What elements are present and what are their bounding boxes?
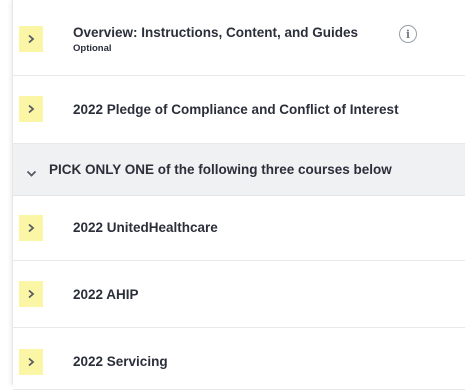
chevron-right-icon[interactable]	[19, 96, 43, 122]
chevron-down-icon[interactable]	[26, 165, 37, 183]
outline-item-ahip[interactable]: 2022 AHIP	[13, 261, 465, 328]
chevron-right-icon[interactable]	[19, 349, 43, 375]
outline-item-unitedhealthcare[interactable]: 2022 UnitedHealthcare	[13, 196, 465, 261]
outline-item-label: 2022 Pledge of Compliance and Conflict o…	[73, 102, 399, 117]
outline-item-overview[interactable]: Overview: Instructions, Content, and Gui…	[13, 0, 465, 76]
section-header-label: PICK ONLY ONE of the following three cou…	[49, 162, 392, 177]
course-outline-panel: Overview: Instructions, Content, and Gui…	[12, 0, 465, 390]
chevron-right-icon[interactable]	[19, 215, 43, 241]
section-header-pick-one[interactable]: PICK ONLY ONE of the following three cou…	[13, 144, 465, 196]
outline-item-servicing[interactable]: 2022 Servicing	[13, 328, 465, 390]
info-icon[interactable]: i	[399, 25, 417, 43]
chevron-right-icon[interactable]	[19, 26, 43, 52]
outline-item-label: 2022 UnitedHealthcare	[73, 220, 218, 235]
outline-item-label: 2022 AHIP	[73, 287, 139, 302]
outline-item-pledge[interactable]: 2022 Pledge of Compliance and Conflict o…	[13, 76, 465, 144]
optional-label: Optional	[73, 43, 112, 54]
outline-item-label: 2022 Servicing	[73, 354, 168, 369]
chevron-right-icon[interactable]	[19, 281, 43, 307]
outline-item-label: Overview: Instructions, Content, and Gui…	[73, 25, 359, 40]
